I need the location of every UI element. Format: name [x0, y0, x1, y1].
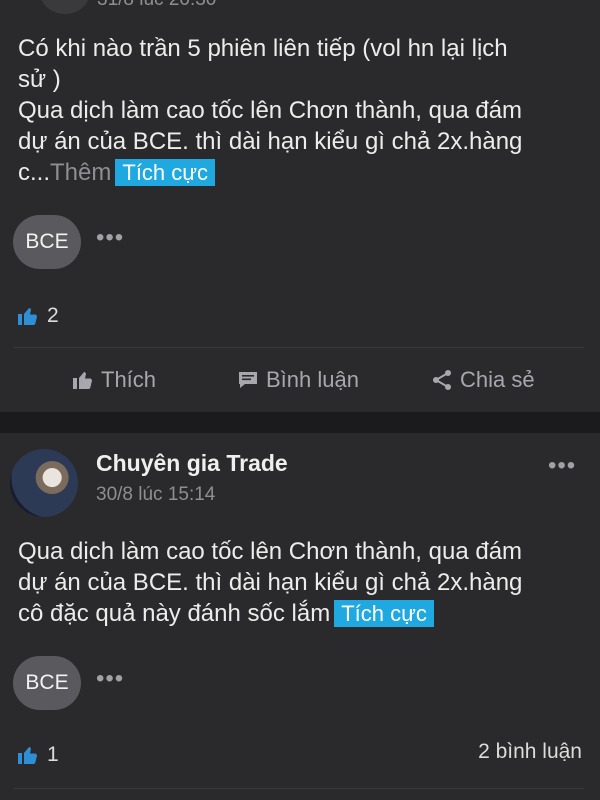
post-text-line: sử ) [18, 66, 61, 93]
post-text-line: cô đặc quả này đánh sốc lắm Tích cực [18, 598, 434, 629]
post-text-line: Có khi nào trần 5 phiên liên tiếp (vol h… [18, 35, 508, 62]
more-dots-icon[interactable]: ••• [96, 665, 124, 693]
divider [14, 788, 584, 789]
ticker-chip[interactable]: BCE [13, 656, 81, 710]
post-text-tail: cô đặc quả này đánh sốc lắm [18, 600, 331, 627]
chat-bubble-icon [239, 372, 257, 388]
post-text-line: c...Thêm Tích cực [18, 157, 216, 188]
thumbs-up-icon [18, 747, 37, 764]
like-button[interactable]: Thích [71, 367, 156, 393]
divider [14, 347, 584, 348]
like-count: 2 [47, 304, 59, 327]
post-date: 30/8 lúc 15:14 [96, 484, 216, 505]
post-text-line: dự án của BCE. thì dài hạn kiểu gì chả 2… [18, 569, 523, 596]
sentiment-badge[interactable]: Tích cực [334, 600, 434, 627]
author-name[interactable]: Chuyên gia Trade [96, 450, 288, 477]
like-button-label: Thích [101, 367, 157, 392]
thumbs-up-icon [18, 308, 37, 325]
share-button[interactable]: Chia sẻ [430, 367, 535, 393]
comment-button-label: Bình luận [266, 367, 359, 392]
see-more-link[interactable]: Thêm [50, 159, 111, 186]
post-time: 31/8 lúc 20:30 [97, 0, 216, 11]
thumbs-up-icon [73, 372, 92, 389]
ticker-chip[interactable]: BCE [13, 215, 81, 269]
post-text-line: dự án của BCE. thì dài hạn kiểu gì chả 2… [18, 128, 523, 155]
comment-button[interactable]: Bình luận [236, 367, 359, 393]
author-avatar[interactable] [10, 449, 78, 517]
author-avatar[interactable] [40, 0, 90, 14]
post-card-1: 31/8 lúc 20:30 Có khi nào trần 5 phiên l… [0, 0, 600, 412]
share-icon [433, 370, 451, 390]
more-dots-icon[interactable]: ••• [548, 452, 576, 480]
post-text-line: Qua dịch làm cao tốc lên Chơn thành, qua… [18, 97, 523, 124]
like-count: 1 [47, 743, 59, 766]
post-separator [0, 412, 600, 433]
comment-count-link[interactable]: 2 bình luận [478, 740, 582, 764]
more-dots-icon[interactable]: ••• [96, 224, 124, 252]
sentiment-badge[interactable]: Tích cực [115, 159, 216, 186]
share-button-label: Chia sẻ [460, 367, 535, 392]
post-text-line: Qua dịch làm cao tốc lên Chơn thành, qua… [18, 538, 523, 565]
post-text-truncated: c... [18, 159, 51, 186]
